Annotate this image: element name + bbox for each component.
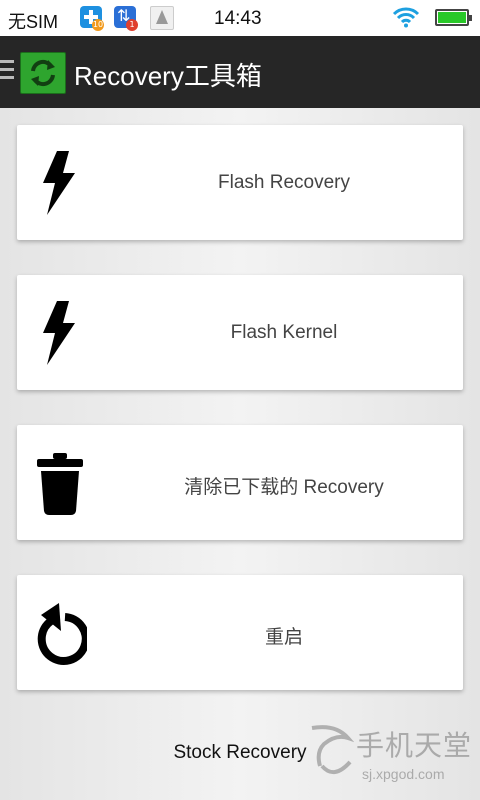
lightning-icon bbox=[43, 151, 75, 215]
flash-kernel-label: Flash Kernel bbox=[230, 322, 338, 343]
watermark-url: sj.xpgod.com bbox=[362, 766, 445, 782]
notification-badge: 1 bbox=[126, 19, 138, 31]
action-bar: Recovery工具箱 bbox=[0, 36, 480, 108]
ship-icon bbox=[150, 6, 174, 30]
wifi-icon bbox=[392, 7, 420, 28]
trash-icon bbox=[37, 453, 83, 515]
reboot-button[interactable]: 重启 bbox=[17, 575, 463, 690]
flash-recovery-button[interactable]: Flash Recovery bbox=[17, 125, 463, 240]
watermark-logo-icon bbox=[311, 725, 354, 774]
status-bar: 无SIM 10 1 14:43 bbox=[0, 0, 480, 36]
drawer-menu-icon[interactable] bbox=[0, 60, 14, 82]
main-content: Flash Recovery Flash Kernel 清除已下载的 Recov… bbox=[0, 108, 480, 800]
watermark: 手机天堂 sj.xpgod.com bbox=[306, 722, 480, 800]
flash-recovery-label: Flash Recovery bbox=[218, 172, 350, 193]
clear-downloaded-recovery-button[interactable]: 清除已下载的 Recovery bbox=[17, 425, 463, 540]
refresh-arrows-icon[interactable] bbox=[20, 52, 66, 94]
flash-kernel-button[interactable]: Flash Kernel bbox=[17, 275, 463, 390]
clear-downloaded-label: 清除已下载的 Recovery bbox=[184, 477, 384, 498]
clock: 14:43 bbox=[214, 8, 262, 29]
battery-full-icon bbox=[435, 9, 472, 26]
carrier-label: 无SIM bbox=[8, 12, 59, 32]
reboot-label: 重启 bbox=[264, 627, 303, 648]
lightning-icon bbox=[43, 301, 75, 365]
restart-icon bbox=[37, 603, 87, 665]
watermark-title: 手机天堂 bbox=[356, 730, 473, 761]
notification-badge: 10 bbox=[92, 19, 104, 31]
app-title: Recovery工具箱 bbox=[74, 61, 262, 91]
